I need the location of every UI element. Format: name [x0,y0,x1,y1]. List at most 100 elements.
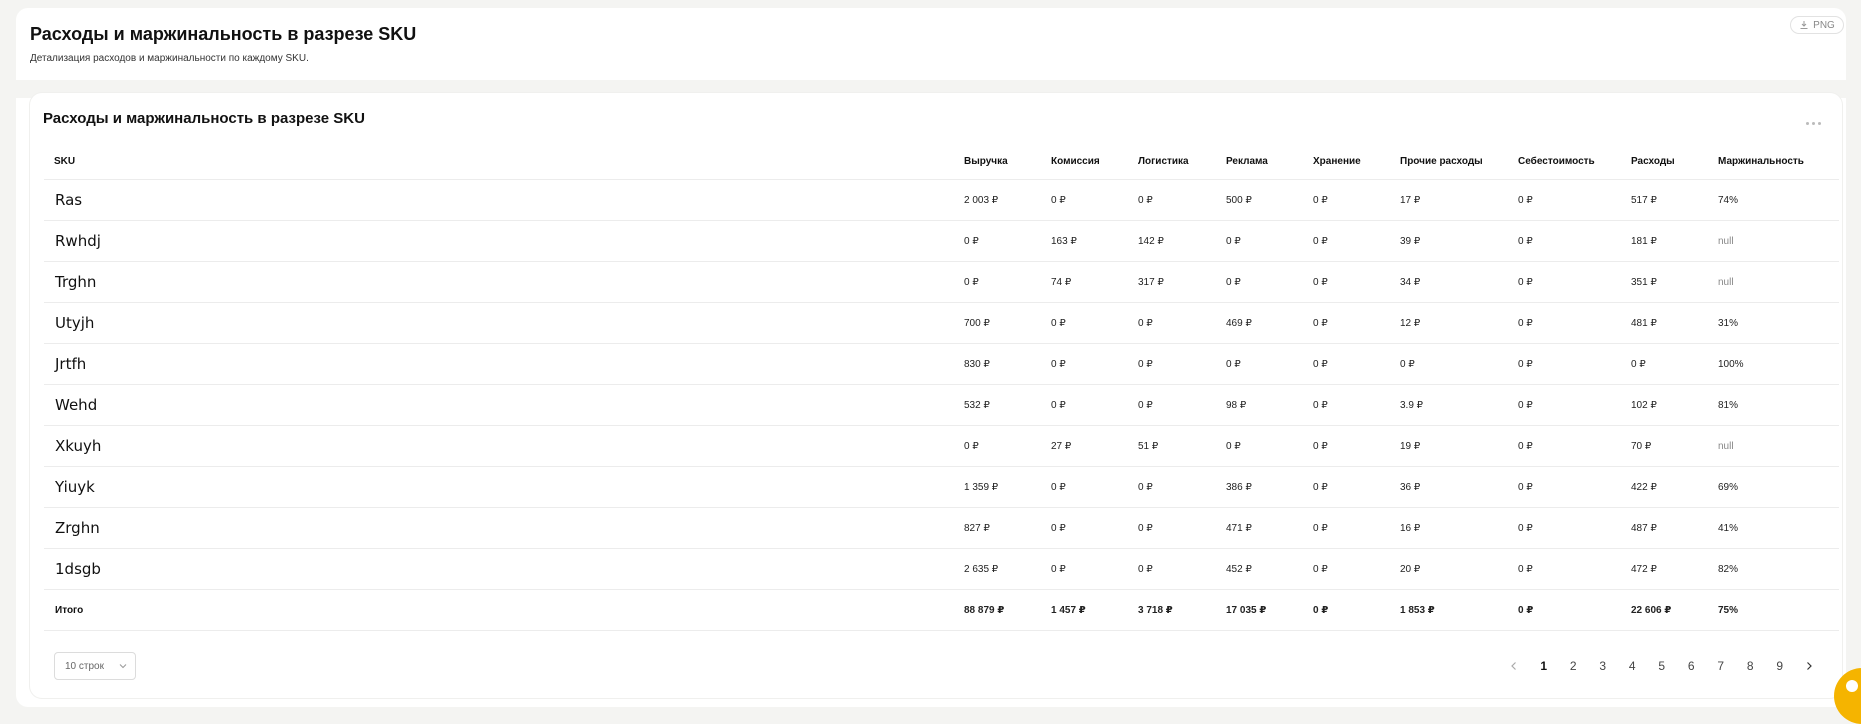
value-cell: 102 ₽ [1621,384,1708,426]
value-cell: 0 ₽ [1128,507,1216,549]
page-button-4[interactable]: 4 [1618,656,1648,676]
page-button-6[interactable]: 6 [1677,656,1707,676]
value-cell: 0 ₽ [1041,507,1128,549]
value-cell: 70 ₽ [1621,425,1708,467]
value-cell: 481 ₽ [1621,302,1708,344]
prev-page-button[interactable] [1500,656,1530,676]
table-row: Utyjh 700 ₽0 ₽0 ₽469 ₽0 ₽12 ₽0 ₽481 ₽31% [44,302,1839,344]
column-header: Себестоимость [1508,143,1621,180]
value-cell: 0 ₽ [1303,548,1390,590]
value-cell: 0 ₽ [1303,220,1390,262]
value-cell: 422 ₽ [1621,466,1708,508]
value-cell: 0 ₽ [1128,179,1216,221]
value-cell: 163 ₽ [1041,220,1128,262]
page-button-7[interactable]: 7 [1706,656,1736,676]
value-cell: 0 ₽ [1303,261,1390,303]
value-cell: 27 ₽ [1041,425,1128,467]
column-header: Прочие расходы [1390,143,1508,180]
column-header: Реклама [1216,143,1303,180]
value-cell: 3.9 ₽ [1390,384,1508,426]
value-cell: 0 ₽ [1508,343,1621,385]
table-row: Ras 2 003 ₽0 ₽0 ₽500 ₽0 ₽17 ₽0 ₽517 ₽74% [44,179,1839,221]
value-cell: 0 ₽ [1128,343,1216,385]
value-cell: 2 635 ₽ [954,548,1041,590]
value-cell: 0 ₽ [1041,384,1128,426]
table-header-row: SKU Выручка Комиссия Логистика Реклама Хранен… [44,143,1839,180]
value-cell: 351 ₽ [1621,261,1708,303]
table-row: 1dsgb 2 635 ₽0 ₽0 ₽452 ₽0 ₽20 ₽0 ₽472 ₽82… [44,548,1839,590]
table-row: Jrtfh 830 ₽0 ₽0 ₽0 ₽0 ₽0 ₽0 ₽0 ₽100% [44,343,1839,385]
value-cell: 41% [1708,507,1839,549]
column-header: Маржинальность [1708,143,1839,180]
value-cell: 51 ₽ [1128,425,1216,467]
rows-per-page-label: 10 строк [65,660,104,672]
sku-table: SKU Выручка Комиссия Логистика Реклама Хранен… [44,143,1839,631]
total-value: 1 457 ₽ [1041,589,1128,631]
value-cell: 0 ₽ [1041,179,1128,221]
page-button-9[interactable]: 9 [1765,656,1795,676]
value-cell: 0 ₽ [1508,425,1621,467]
rows-per-page-select[interactable]: 10 строк [54,652,136,680]
value-cell: 0 ₽ [1390,343,1508,385]
column-header: Логистика [1128,143,1216,180]
value-cell: 517 ₽ [1621,179,1708,221]
page-button-3[interactable]: 3 [1588,656,1618,676]
value-cell: 19 ₽ [1390,425,1508,467]
total-value: 0 ₽ [1508,589,1621,631]
value-cell: 0 ₽ [1508,179,1621,221]
sku-cell: Wehd [44,384,954,426]
download-icon [1800,21,1808,29]
value-cell: 0 ₽ [1041,343,1128,385]
value-cell: 0 ₽ [1128,548,1216,590]
value-cell: 452 ₽ [1216,548,1303,590]
next-page-button[interactable] [1795,656,1825,676]
sku-cell: Trghn [44,261,954,303]
total-value: 1 853 ₽ [1390,589,1508,631]
page-button-2[interactable]: 2 [1559,656,1589,676]
value-cell: 0 ₽ [1216,220,1303,262]
page-button-8[interactable]: 8 [1736,656,1766,676]
column-header: Расходы [1621,143,1708,180]
value-cell: 142 ₽ [1128,220,1216,262]
value-cell: 34 ₽ [1390,261,1508,303]
export-png-button[interactable]: PNG [1790,16,1844,34]
chevron-right-icon [1807,662,1813,670]
column-header: Комиссия [1041,143,1128,180]
value-cell: 82% [1708,548,1839,590]
value-cell: 0 ₽ [1128,466,1216,508]
value-cell: 0 ₽ [1216,425,1303,467]
value-cell: 81% [1708,384,1839,426]
total-value: 3 718 ₽ [1128,589,1216,631]
value-cell: 0 ₽ [1216,261,1303,303]
page-button-5[interactable]: 5 [1647,656,1677,676]
value-cell: 0 ₽ [1303,384,1390,426]
value-cell: 12 ₽ [1390,302,1508,344]
value-cell: 69% [1708,466,1839,508]
sku-cell: Ras [44,179,954,221]
value-cell: 827 ₽ [954,507,1041,549]
value-cell: 0 ₽ [1621,343,1708,385]
value-cell: 0 ₽ [1303,302,1390,344]
card-title: Расходы и маржинальность в разрезе SKU [43,110,365,127]
value-cell: 0 ₽ [1303,507,1390,549]
value-cell: 0 ₽ [1041,302,1128,344]
value-cell: 2 003 ₽ [954,179,1041,221]
chevron-left-icon [1511,662,1517,670]
sku-cell: 1dsgb [44,548,954,590]
column-header: Выручка [954,143,1041,180]
page-subtitle: Детализация расходов и маржинальности по… [30,53,309,64]
sku-cell: Zrghn [44,507,954,549]
value-cell: 500 ₽ [1216,179,1303,221]
page-title: Расходы и маржинальность в разрезе SKU [30,24,417,44]
chevron-down-icon [119,664,127,669]
sku-cell: Xkuyh [44,425,954,467]
value-cell: 0 ₽ [1508,220,1621,262]
value-cell: 16 ₽ [1390,507,1508,549]
value-cell: 0 ₽ [1508,466,1621,508]
column-header: SKU [44,143,954,180]
value-cell: 0 ₽ [1303,343,1390,385]
page-button-1[interactable]: 1 [1529,656,1559,676]
value-cell: 0 ₽ [1041,548,1128,590]
more-dots-icon[interactable] [1806,112,1826,125]
column-header: Хранение [1303,143,1390,180]
